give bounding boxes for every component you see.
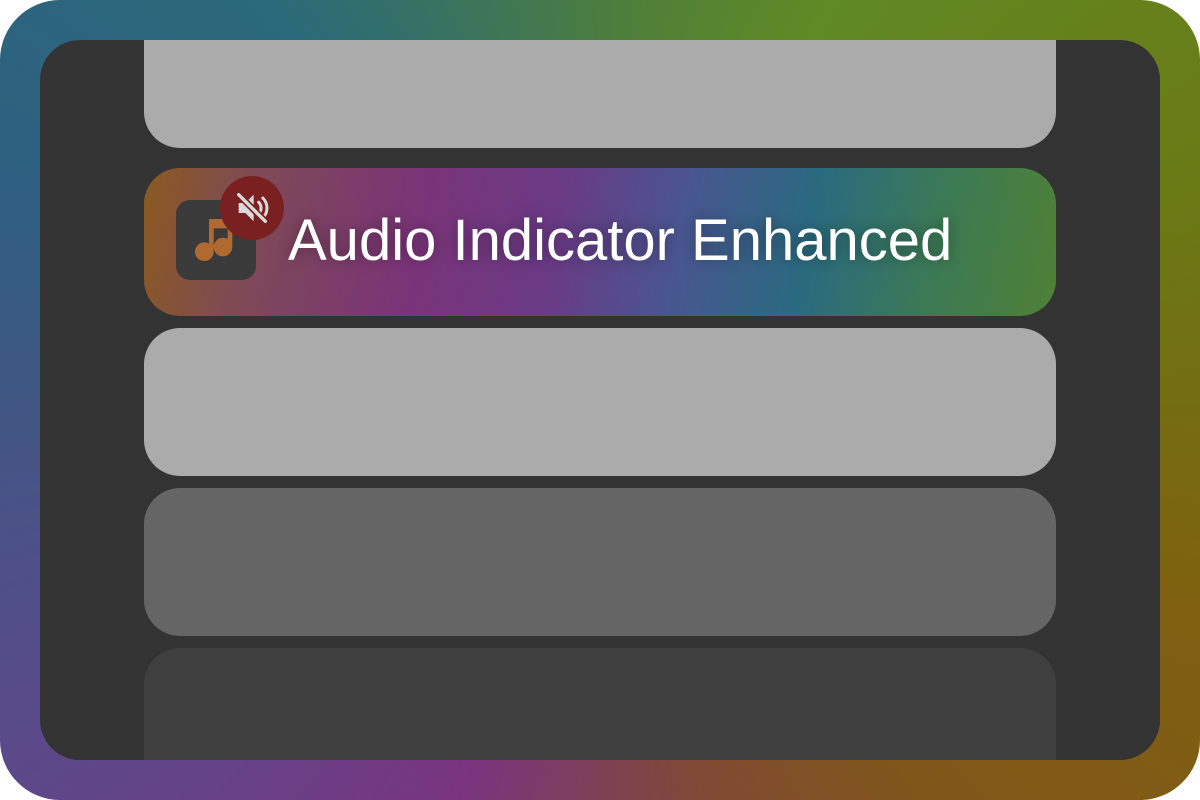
list-item-label: Audio Indicator Enhanced [288, 208, 953, 273]
list-item[interactable] [144, 488, 1056, 636]
list-item[interactable] [144, 648, 1056, 760]
list-panel: Audio Indicator Enhanced [40, 40, 1160, 760]
screen-frame: Audio Indicator Enhanced [0, 0, 1200, 800]
list-item[interactable] [144, 328, 1056, 476]
list-item[interactable] [144, 40, 1056, 148]
mute-badge [220, 176, 284, 240]
speaker-muted-icon [235, 191, 269, 225]
list-item-active[interactable]: Audio Indicator Enhanced [144, 168, 1056, 316]
